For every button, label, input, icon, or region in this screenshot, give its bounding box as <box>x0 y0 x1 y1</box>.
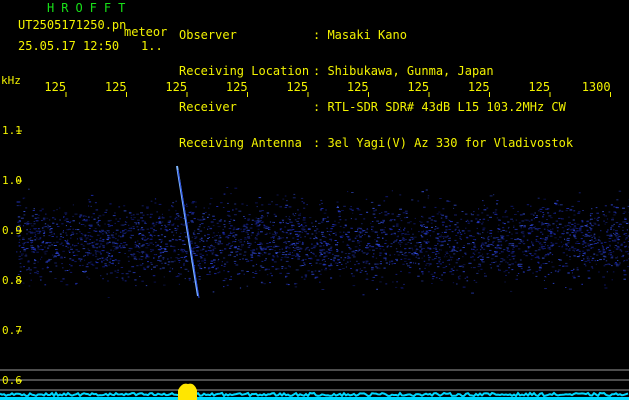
meteor-trail <box>176 165 200 299</box>
y-axis-unit: kHz <box>1 74 21 87</box>
x-tick-label: 1300 <box>581 80 611 94</box>
baseline-trace <box>0 391 629 398</box>
noise-band <box>16 187 629 298</box>
signal-baseline <box>0 383 629 400</box>
frame-index: 1.. <box>141 39 163 53</box>
x-tick-label: 125 <box>286 80 309 94</box>
x-tick-label: 125 <box>44 80 67 94</box>
meteor-trail-edge <box>177 169 200 299</box>
y-tick-label: 0.6 <box>2 374 22 387</box>
meta-label-location: Receiving Location <box>179 64 310 78</box>
meta-value-location: : Shibukawa, Gunma, Japan <box>313 64 494 78</box>
x-tick-label: 125 <box>407 80 430 94</box>
meta-value-receiver: : RTL-SDR SDR# 43dB L15 103.2MHz CW <box>313 100 566 114</box>
y-tick-label: 0.8 <box>2 274 22 287</box>
signal-spike <box>178 383 197 400</box>
meta-label-receiver: Receiver <box>179 100 237 114</box>
meta-label-observer: Observer <box>179 28 237 42</box>
x-tick-label: 125 <box>467 80 490 94</box>
x-tick-label: 125 <box>528 80 551 94</box>
x-tick-label: 125 <box>225 80 248 94</box>
y-tick-label: 0.9 <box>2 224 22 237</box>
y-tick-label: 0.7 <box>2 324 22 337</box>
y-tick-label: 1.1 <box>2 124 22 137</box>
brand-title: HROFFT <box>47 1 133 15</box>
reference-lines <box>0 369 629 391</box>
x-tick-label: 125 <box>165 80 188 94</box>
x-tick-label: 125 <box>346 80 369 94</box>
timestamp: 25.05.17 12:50 <box>18 39 120 53</box>
y-tick-label: 1.0 <box>2 174 22 187</box>
image-filename: UT2505171250.pn <box>18 18 127 32</box>
meta-value-observer: : Masaki Kano <box>313 28 407 42</box>
meta-label-antenna: Receiving Antenna <box>179 136 302 150</box>
x-tick-label: 125 <box>104 80 127 94</box>
detection-tag: meteor <box>124 25 168 39</box>
meta-value-antenna: : 3el Yagi(V) Az 330 for Vladivostok <box>313 136 574 150</box>
